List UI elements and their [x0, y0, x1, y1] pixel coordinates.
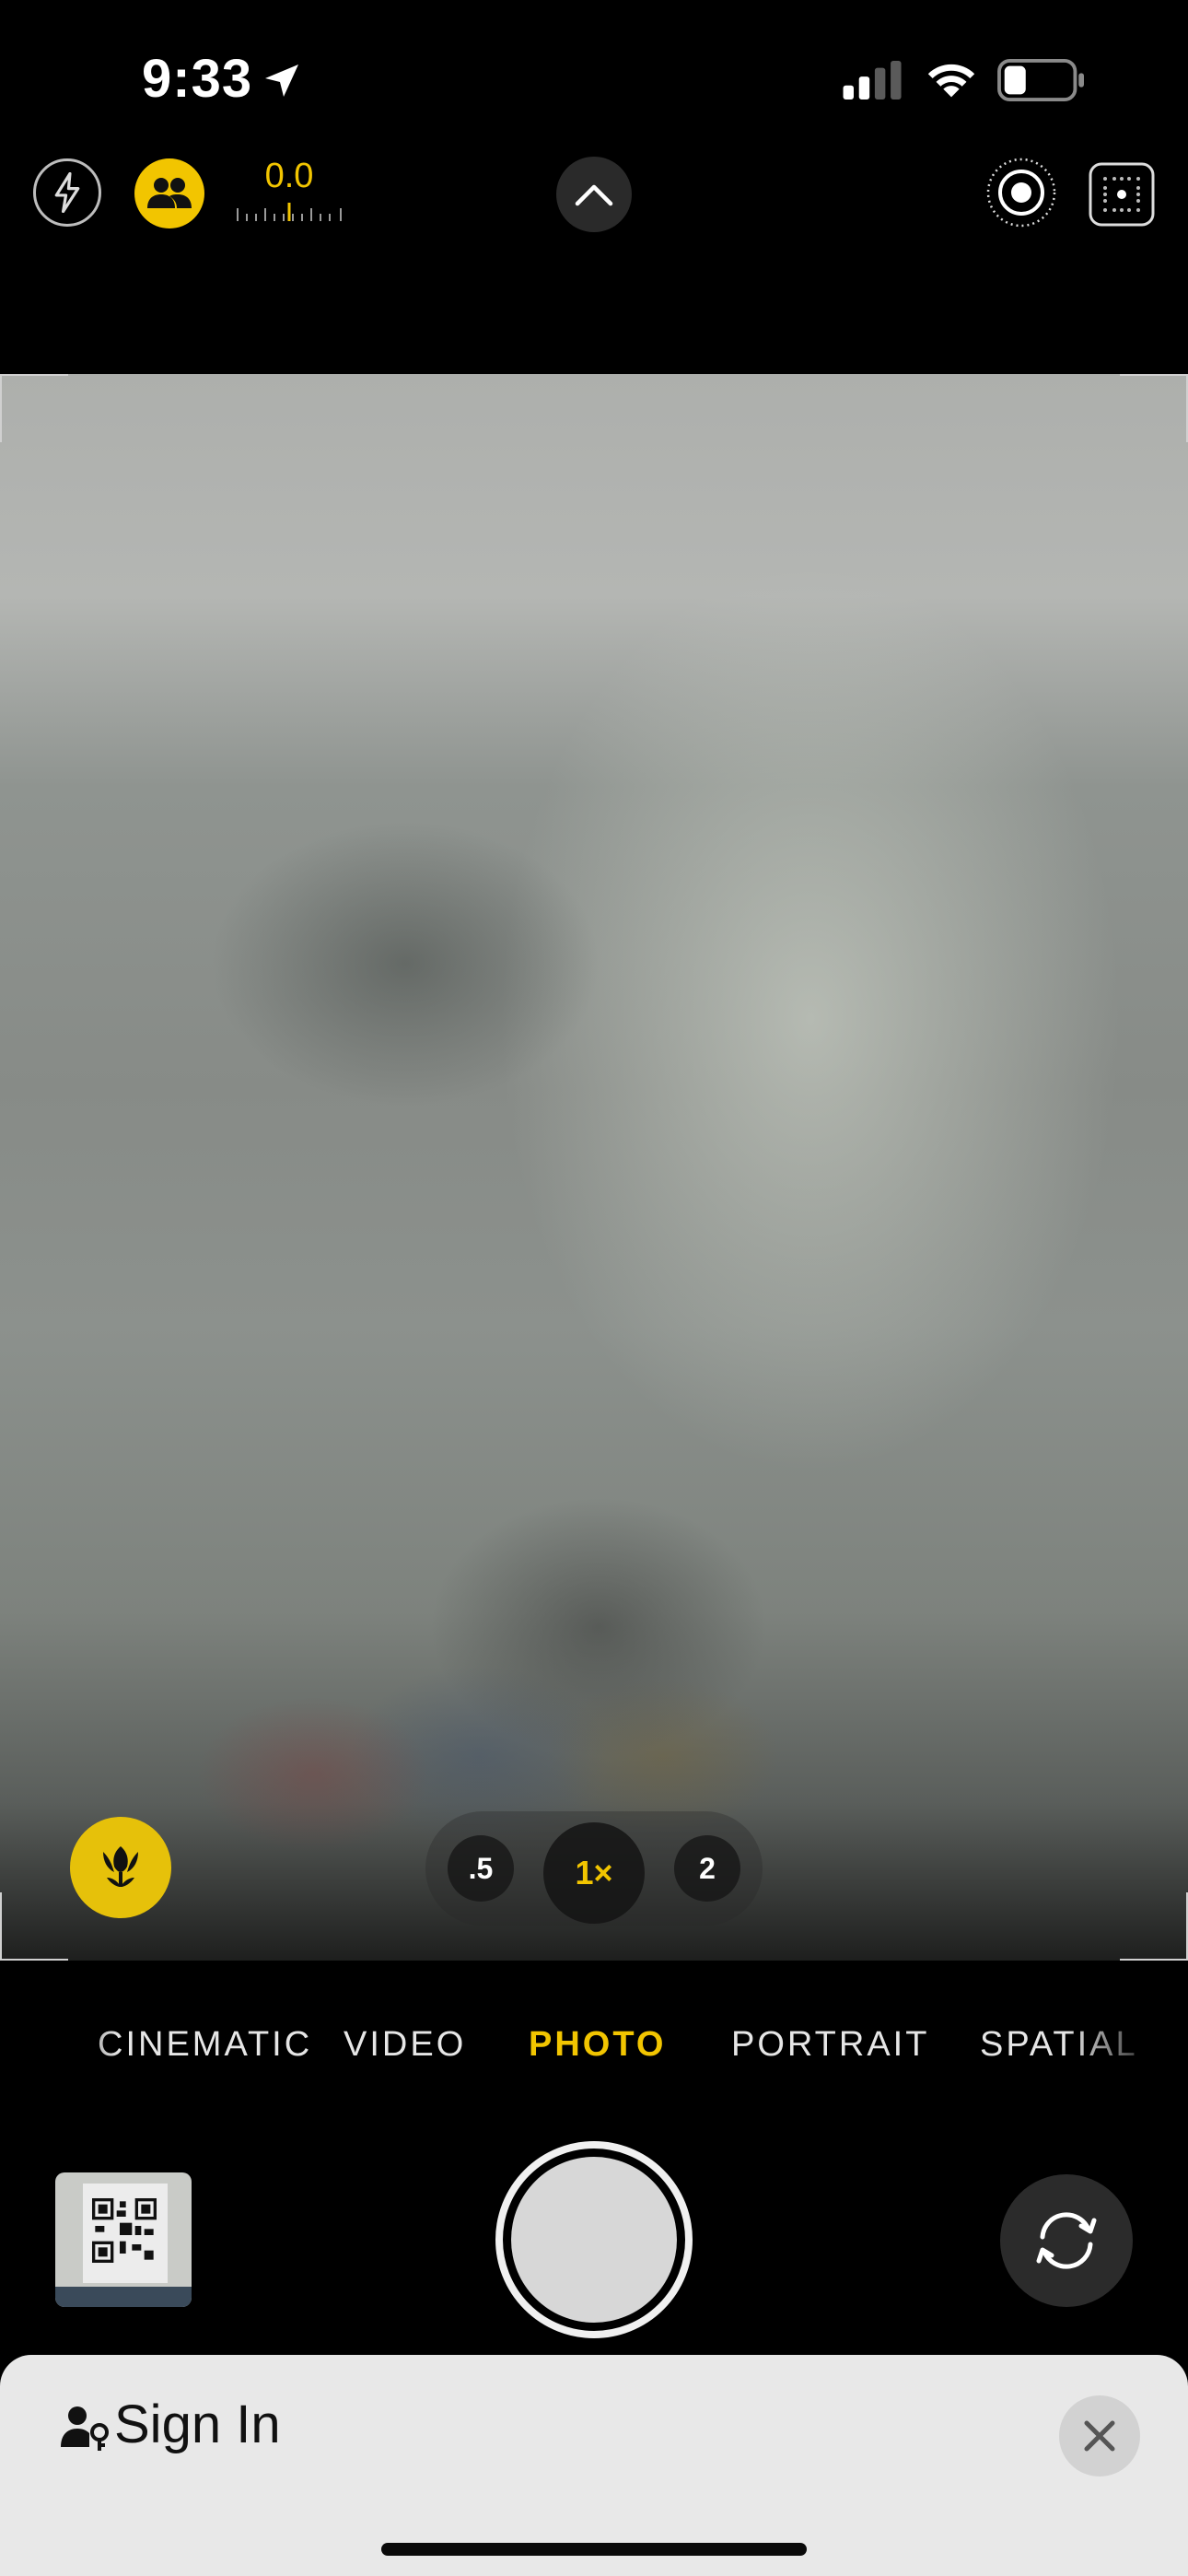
sheet-title: Sign In: [114, 2395, 281, 2454]
location-arrow-icon: [265, 64, 298, 97]
camera-flip-icon: [1036, 2212, 1097, 2269]
shutter-button[interactable]: [495, 2141, 693, 2338]
status-time: 9:33: [142, 49, 253, 109]
zoom-0-5-button[interactable]: .5: [448, 1835, 514, 1902]
mode-fade-right: [1068, 2018, 1188, 2082]
zoom-2x-button[interactable]: 2: [674, 1835, 740, 1902]
shared-library-button[interactable]: [134, 158, 204, 228]
viewfinder-corner: [1120, 1892, 1188, 1961]
person-key-icon: [61, 2406, 109, 2451]
flash-button[interactable]: [33, 158, 101, 227]
macro-flower-icon: [103, 1846, 138, 1887]
mode-fade-left: [0, 2018, 120, 2082]
qr-code-icon: [92, 2198, 157, 2263]
live-photo-icon[interactable]: [985, 157, 1057, 228]
flash-icon: [54, 172, 80, 213]
viewfinder-corner: [0, 374, 68, 442]
exposure-scale[interactable]: [236, 203, 343, 223]
mode-portrait[interactable]: PORTRAIT: [731, 2025, 929, 2065]
macro-toggle-button[interactable]: [70, 1817, 171, 1918]
shutter-inner: [511, 2157, 677, 2323]
home-indicator[interactable]: [381, 2543, 807, 2556]
flip-camera-button[interactable]: [1000, 2174, 1133, 2307]
battery-icon: [997, 59, 1084, 101]
mode-video[interactable]: VIDEO: [344, 2025, 466, 2065]
zoom-selector: .5 1× 2: [425, 1811, 763, 1926]
camera-mode-selector: CINEMATIC VIDEO PHOTO PORTRAIT SPATIAL: [0, 2025, 1188, 2080]
close-icon: [1084, 2420, 1115, 2452]
mode-cinematic[interactable]: CINEMATIC: [98, 2025, 312, 2065]
sign-in-sheet[interactable]: Sign In: [0, 2355, 1188, 2576]
zoom-1x-button[interactable]: 1×: [543, 1822, 645, 1924]
close-sheet-button[interactable]: [1059, 2395, 1140, 2476]
people-icon: [147, 178, 192, 208]
mode-photo[interactable]: PHOTO: [529, 2025, 666, 2065]
exposure-value[interactable]: 0.0: [236, 157, 343, 196]
thumbnail-bar: [55, 2287, 192, 2307]
grid-icon[interactable]: [1089, 162, 1155, 227]
controls-toggle-button[interactable]: [556, 157, 632, 232]
chevron-up-icon: [575, 184, 613, 206]
wifi-icon: [927, 64, 975, 98]
viewfinder-corner: [0, 1892, 68, 1961]
last-photo-thumbnail[interactable]: [55, 2172, 192, 2307]
cellular-signal-icon: [843, 61, 902, 100]
camera-viewfinder[interactable]: [0, 374, 1188, 1961]
viewfinder-corner: [1120, 374, 1188, 442]
